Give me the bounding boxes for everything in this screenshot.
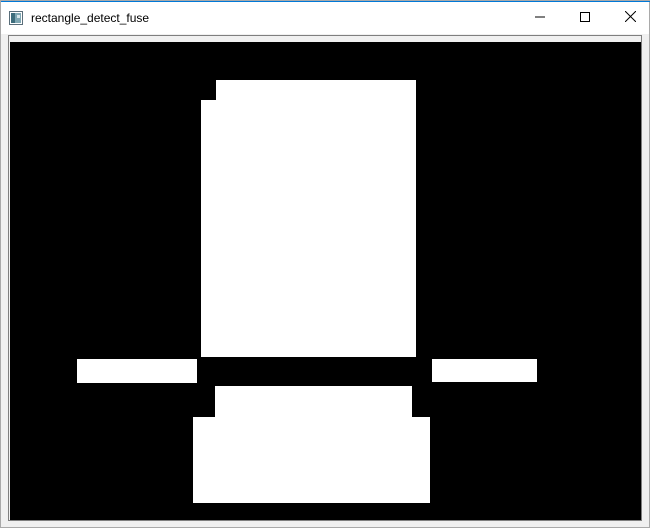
title-bar[interactable]: rectangle_detect_fuse	[1, 2, 649, 34]
minimize-icon	[535, 9, 545, 27]
maximize-icon	[580, 9, 590, 27]
mask-region-right-bar	[432, 359, 537, 382]
image-window-icon	[9, 11, 23, 25]
mask-region-left-bar	[77, 359, 197, 383]
maximize-button[interactable]	[562, 2, 608, 34]
mask-region-main-rectangle	[201, 100, 416, 357]
mask-region-top-cap	[216, 80, 416, 102]
mask-region-lower-band	[215, 386, 412, 417]
minimize-button[interactable]	[517, 2, 563, 34]
image-canvas[interactable]	[10, 42, 641, 520]
close-icon	[624, 9, 636, 27]
app-window: rectangle_detect_fuse	[0, 0, 650, 528]
close-button[interactable]	[607, 2, 650, 34]
mask-region-bottom-block	[193, 417, 430, 503]
window-title: rectangle_detect_fuse	[31, 11, 150, 25]
